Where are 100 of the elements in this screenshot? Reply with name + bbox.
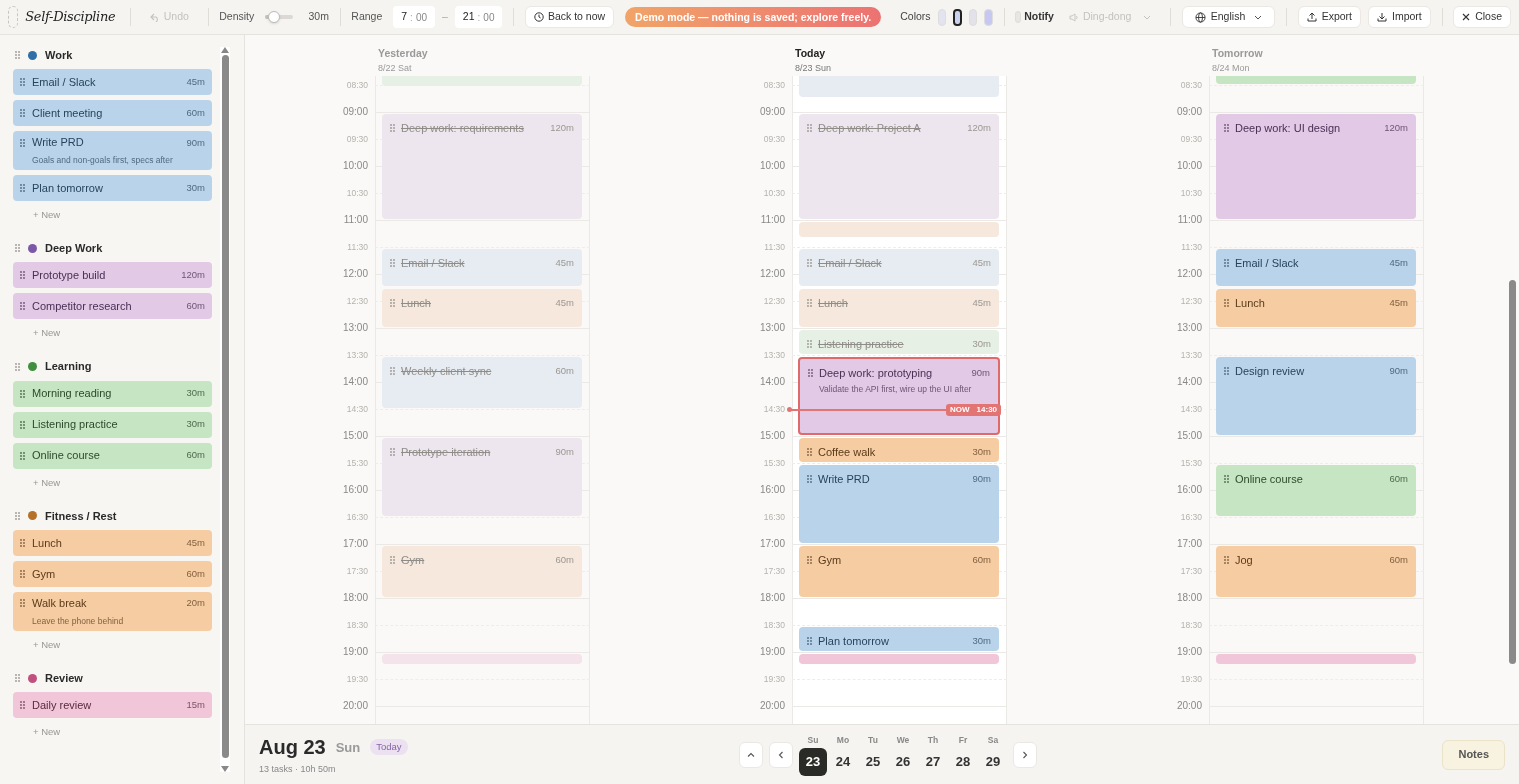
day-button[interactable]: 23 (799, 747, 827, 776)
time-label: 09:30 (346, 135, 368, 144)
task-card[interactable]: Morning reading 30m (13, 380, 212, 407)
range-label: Range (351, 9, 383, 25)
task-title: Client meeting (32, 105, 104, 121)
time-field[interactable]: 7 : 00 (393, 6, 435, 28)
notify-checkbox[interactable] (1015, 11, 1022, 23)
event-duration: 90m (555, 444, 574, 459)
task-card[interactable]: Plan tomorrow 30m (13, 175, 212, 201)
day-button[interactable]: 28 (949, 747, 977, 776)
density-label: Density (219, 9, 255, 25)
time-text: : (477, 10, 481, 25)
time-label: 12:00 (342, 269, 368, 279)
drag-handle-icon (390, 555, 395, 564)
event-card[interactable]: Coffee walk 30m (799, 437, 999, 462)
clock-icon (533, 12, 544, 22)
task-card[interactable]: Daily review 15m (13, 692, 212, 718)
event-duration: 60m (555, 363, 574, 378)
event-title: Lunch (401, 296, 432, 311)
drag-handle-icon (1224, 366, 1229, 375)
close-button[interactable]: Close (1453, 6, 1512, 28)
time-label: 09:30 (1180, 135, 1202, 144)
demo-mode-banner: Demo mode — nothing is saved; explore freely. (625, 7, 882, 27)
event-card[interactable]: Gym 60m (799, 545, 999, 597)
weekday-initial: Tu (868, 733, 878, 747)
event-card[interactable]: Email / Slack 45m (1216, 248, 1416, 286)
task-card[interactable]: Walk break 20m Leave the phone behind (13, 591, 212, 631)
day-button[interactable]: 25 (859, 747, 887, 776)
scroll-down-icon[interactable] (221, 766, 229, 772)
language-select[interactable]: English (1181, 6, 1276, 28)
scroll-up-button[interactable] (739, 741, 763, 768)
drag-handle-icon (390, 258, 395, 267)
day-button[interactable]: 27 (919, 747, 947, 776)
event-card[interactable]: Jog 60m (1216, 545, 1416, 597)
time-field[interactable]: 21 : 00 (454, 6, 503, 28)
task-card[interactable]: Write PRD 90m Goals and non-goals first, specs after (13, 131, 212, 170)
task-note: Leave the phone behind (31, 614, 125, 628)
import-button[interactable]: Import (1368, 6, 1431, 28)
task-card[interactable]: Competitor research 60m (13, 293, 212, 320)
task-card[interactable]: Listening practice 30m (13, 411, 212, 438)
time-label: 20:00 (342, 701, 368, 711)
notes-button[interactable]: Notes (1442, 739, 1505, 770)
weekday-initial: Mo (836, 733, 850, 747)
time-label: 11:00 (760, 215, 785, 225)
time-label: 14:30 (763, 405, 785, 414)
back-to-now-button[interactable]: Back to now (524, 6, 615, 28)
event-duration: 30m (972, 444, 991, 459)
task-card[interactable]: Gym 60m (13, 560, 212, 587)
time-label: 16:00 (342, 485, 368, 495)
event-title: Deep work: requirements (401, 120, 525, 136)
event-title: Deep work: prototyping (819, 365, 934, 381)
colors-label: Colors (900, 9, 931, 25)
event-card[interactable] (799, 653, 999, 664)
scrollbar[interactable] (220, 47, 230, 772)
drag-handle-icon (807, 636, 812, 645)
time-label: 18:30 (346, 621, 368, 630)
category-title: Work (45, 47, 73, 63)
event-title: Email / Slack (401, 255, 466, 271)
drag-handle-icon (390, 447, 395, 456)
task-card[interactable]: Client meeting 60m (13, 100, 212, 126)
scroll-up-icon[interactable] (221, 47, 229, 53)
time-label: 10:30 (1180, 189, 1202, 198)
time-text: 00 (415, 10, 427, 25)
day-button[interactable]: 24 (829, 747, 857, 776)
time-label: 17:30 (1180, 567, 1202, 576)
time-label: 11:30 (764, 243, 785, 252)
time-label: 11:30 (347, 243, 368, 252)
task-card[interactable]: Email / Slack 45m (13, 69, 212, 95)
event-card[interactable]: Lunch 45m (1216, 289, 1416, 327)
time-label: 10:30 (346, 189, 368, 198)
next-week-button[interactable] (1013, 741, 1037, 768)
previous-week-button[interactable] (769, 741, 793, 768)
drag-handle-icon (20, 569, 25, 578)
event-duration: 90m (972, 471, 991, 486)
weekday-initial: Su (807, 733, 819, 747)
event-card[interactable]: Deep work: UI design 120m (1216, 113, 1416, 219)
now-label: NOW (950, 403, 970, 416)
event-card[interactable]: Plan tomorrow 30m (799, 626, 999, 651)
day-button[interactable]: 26 (889, 747, 917, 776)
export-button[interactable]: Export (1297, 6, 1361, 28)
event-duration: 45m (555, 255, 574, 270)
day-button[interactable]: 29 (979, 747, 1007, 776)
event-card[interactable] (1216, 653, 1416, 664)
day-date: 8/22 Sat (378, 61, 413, 75)
event-title: Email / Slack (818, 255, 883, 271)
event-card[interactable]: Online course 60m (1216, 464, 1416, 516)
event-card[interactable]: Write PRD 90m (799, 464, 999, 543)
weekday-label: Sun (335, 738, 361, 757)
event-card[interactable]: Design review 90m (1216, 356, 1416, 435)
color-swatch[interactable] (952, 8, 963, 26)
time-label: 10:00 (342, 161, 368, 171)
task-card[interactable]: Lunch 45m (13, 529, 212, 556)
event-duration: 30m (972, 336, 991, 351)
time-label: 14:00 (342, 377, 368, 387)
drag-handle-icon (1224, 299, 1229, 308)
time-label: 20:00 (759, 701, 785, 711)
time-label: 17:30 (346, 567, 368, 576)
task-card[interactable]: Prototype build 120m (13, 262, 212, 289)
event-duration: 60m (555, 552, 574, 567)
task-card[interactable]: Online course 60m (13, 442, 212, 469)
